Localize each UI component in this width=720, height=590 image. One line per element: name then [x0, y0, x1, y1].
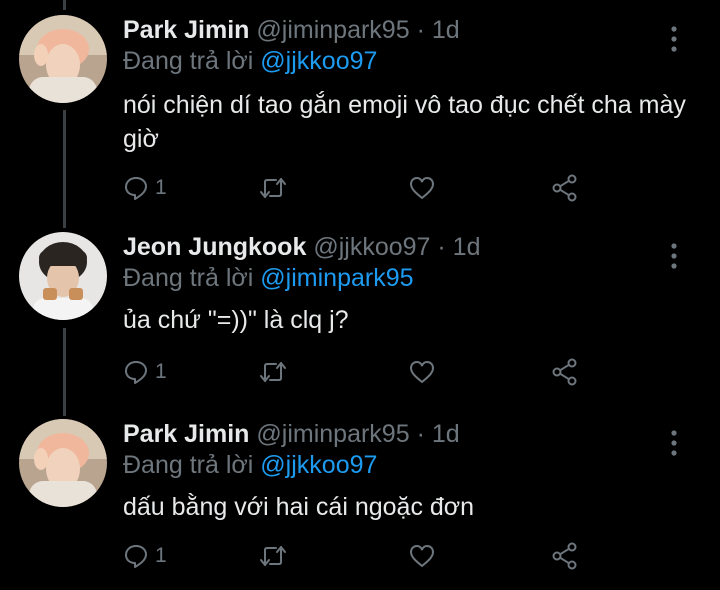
replying-to-link[interactable]: @jjkkoo97 — [260, 451, 377, 479]
replying-to: Đang trả lời @jiminpark95 — [123, 261, 414, 295]
more-vertical-icon — [671, 243, 677, 269]
retweet-button[interactable] — [259, 357, 287, 387]
reply-icon — [125, 361, 147, 384]
user-handle[interactable]: @jiminpark95 — [256, 16, 409, 44]
retweet-button[interactable] — [259, 173, 287, 203]
retweet-icon — [260, 546, 286, 566]
retweet-button[interactable] — [259, 541, 287, 571]
share-icon — [552, 358, 577, 386]
share-button[interactable] — [551, 357, 579, 387]
more-options-button[interactable] — [668, 429, 680, 457]
share-icon — [552, 542, 577, 570]
tweet-actions: 1 — [123, 357, 593, 387]
timestamp[interactable]: 1d — [432, 16, 460, 44]
tweet-text: dấu bằng với hai cái ngoặc đơn — [123, 493, 475, 521]
retweet-icon — [260, 362, 286, 382]
tweet-actions: 1 — [123, 541, 593, 571]
replying-to: Đang trả lời @jjkkoo97 — [123, 448, 377, 482]
reply-button[interactable]: 1 — [123, 357, 167, 387]
display-name[interactable]: Park Jimin — [123, 16, 249, 44]
like-button[interactable] — [408, 357, 436, 387]
separator-dot: · — [416, 420, 425, 448]
more-vertical-icon — [671, 26, 677, 52]
tweet[interactable]: Jeon Jungkook @jjkkoo97 · 1d Đang trả lờ… — [0, 230, 720, 400]
replying-to-link[interactable]: @jjkkoo97 — [260, 47, 377, 75]
more-options-button[interactable] — [668, 242, 680, 270]
tweet[interactable]: Park Jimin @jiminpark95 · 1d Đang trả lờ… — [0, 13, 720, 213]
reply-icon — [125, 545, 147, 568]
avatar[interactable] — [19, 232, 107, 320]
separator-dot: · — [416, 16, 425, 44]
more-options-button[interactable] — [668, 25, 680, 53]
like-button[interactable] — [408, 541, 436, 571]
user-handle[interactable]: @jiminpark95 — [256, 420, 409, 448]
reply-count: 1 — [155, 360, 167, 383]
avatar[interactable] — [19, 419, 107, 507]
retweet-icon — [260, 178, 286, 198]
timestamp[interactable]: 1d — [432, 420, 460, 448]
display-name[interactable]: Park Jimin — [123, 420, 249, 448]
user-handle[interactable]: @jjkkoo97 — [313, 233, 430, 261]
reply-icon — [125, 177, 147, 200]
replying-to-link[interactable]: @jiminpark95 — [260, 264, 413, 292]
tweet-actions: 1 — [123, 173, 593, 203]
like-button[interactable] — [408, 173, 436, 203]
reply-count: 1 — [155, 176, 167, 199]
separator-dot: · — [437, 233, 446, 261]
replying-to-label: Đang trả lời — [123, 47, 254, 75]
tweet[interactable]: Park Jimin @jiminpark95 · 1d Đang trả lờ… — [0, 417, 720, 587]
more-vertical-icon — [671, 430, 677, 456]
heart-icon — [410, 177, 434, 199]
reply-button[interactable]: 1 — [123, 541, 167, 571]
replying-to: Đang trả lời @jjkkoo97 — [123, 44, 377, 78]
reply-count: 1 — [155, 544, 167, 567]
share-button[interactable] — [551, 173, 579, 203]
share-icon — [552, 174, 577, 202]
tweet-text: nói chiện dí tao gắn emoji vô tao đục ch… — [123, 91, 686, 153]
avatar[interactable] — [19, 15, 107, 103]
display-name[interactable]: Jeon Jungkook — [123, 233, 306, 261]
tweet-header: Jeon Jungkook @jjkkoo97 · 1d — [123, 230, 480, 264]
share-button[interactable] — [551, 541, 579, 571]
thread-line — [63, 0, 66, 10]
replying-to-label: Đang trả lời — [123, 264, 254, 292]
heart-icon — [410, 545, 434, 567]
reply-button[interactable]: 1 — [123, 173, 167, 203]
tweet-header: Park Jimin @jiminpark95 · 1d — [123, 417, 460, 451]
timestamp[interactable]: 1d — [453, 233, 481, 261]
heart-icon — [410, 361, 434, 383]
tweet-header: Park Jimin @jiminpark95 · 1d — [123, 13, 460, 47]
tweet-text: ủa chứ "=))" là clq j? — [123, 306, 349, 334]
replying-to-label: Đang trả lời — [123, 451, 254, 479]
